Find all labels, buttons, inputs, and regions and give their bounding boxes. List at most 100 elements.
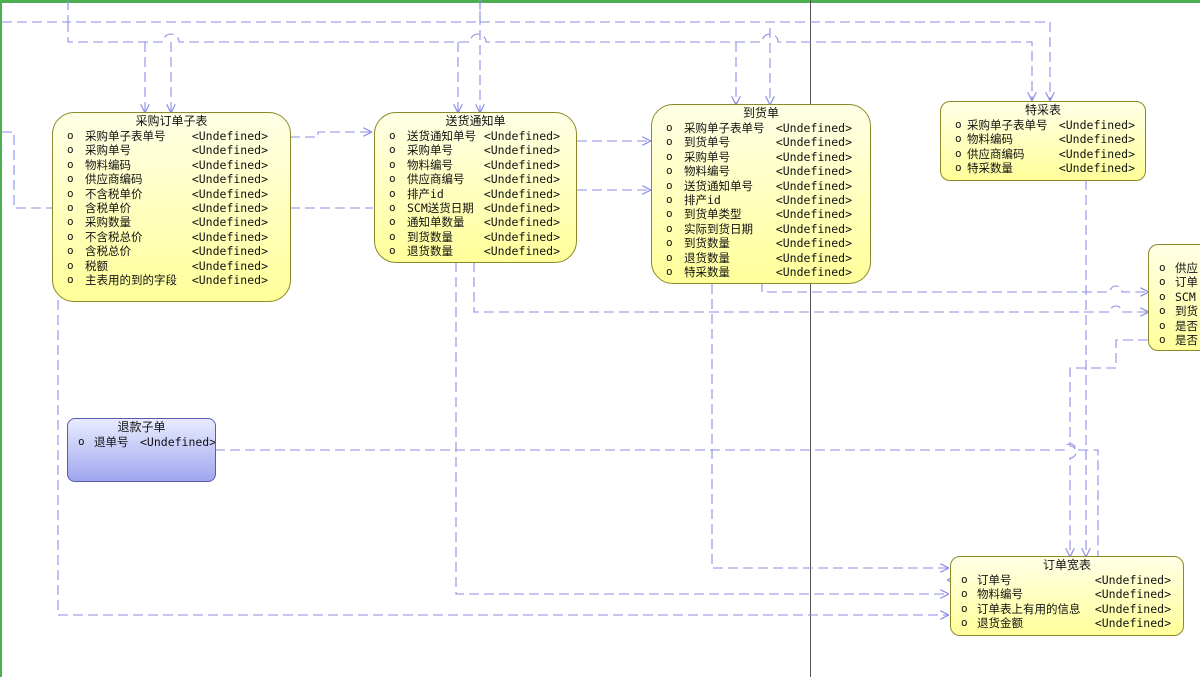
attribute-type: <Undefined> — [483, 143, 560, 158]
attribute-name: 通知单数量 — [407, 215, 465, 230]
attribute-type: <Undefined> — [191, 244, 268, 259]
attribute-row: o 排产id <Undefined> — [666, 192, 852, 207]
entity-arrival-order[interactable]: 到货单 o 采购单子表单号 <Undefined> o 到货单号 <Undefined>… — [651, 104, 871, 284]
entity-title: 特采表 — [1024, 103, 1061, 117]
attribute-row: o 供应 — [1159, 261, 1198, 275]
attribute-row: o 采购单号 <Undefined> — [389, 143, 560, 158]
attribute-name: 到货数量 — [684, 236, 730, 251]
attribute-name: 订单表上有用的信息 — [977, 601, 1081, 616]
attribute-row: o 物料编号 <Undefined> — [666, 164, 852, 179]
attribute-type: <Undefined> — [1094, 601, 1171, 616]
attribute-type: <Undefined> — [191, 129, 268, 143]
attribute-row: o 物料编码 <Undefined> — [955, 132, 1135, 147]
attribute-name: 退货数量 — [407, 244, 453, 259]
attribute-type: <Undefined> — [775, 149, 852, 164]
attribute-row: o 采购单子表单号 <Undefined> — [955, 118, 1135, 132]
attribute-name: 物料编号 — [407, 157, 453, 172]
attribute-type: <Undefined> — [1094, 573, 1171, 587]
attribute-list: o 退单号 <Undefined> — [68, 435, 215, 449]
entity-title: 采购订单子表 — [135, 114, 208, 128]
attribute-type: <Undefined> — [191, 258, 268, 273]
attribute-name: 退货数量 — [684, 250, 730, 265]
attribute-row: o 物料编号 <Undefined> — [389, 157, 560, 172]
entity-delivery-notice[interactable]: 送货通知单 o 送货通知单号 <Undefined> o 采购单号 <Undefined… — [374, 112, 577, 263]
attribute-row: o 退货金额 <Undefined> — [961, 616, 1171, 631]
attribute-row: o 送货通知单号 <Undefined> — [389, 129, 560, 143]
attribute-name: SCM送货日期 — [407, 200, 474, 215]
attribute-name: 含税总价 — [85, 244, 131, 259]
attribute-type: <Undefined> — [483, 215, 560, 230]
attribute-type: <Undefined> — [775, 178, 852, 193]
attribute-list: o 送货通知单号 <Undefined> o 采购单号 <Undefined> o 物料编… — [375, 129, 576, 259]
attribute-type: <Undefined> — [191, 200, 268, 215]
connector-right-to-wide — [1070, 339, 1148, 556]
attribute-row: o 物料编号 <Undefined> — [961, 587, 1171, 602]
attribute-row: o 供应商编码 <Undefined> — [955, 146, 1135, 161]
attribute-type: <Undefined> — [191, 172, 268, 187]
attribute-type: <Undefined> — [775, 121, 852, 135]
attribute-name: 订单 — [1175, 275, 1198, 290]
attribute-row: o 主表用的到的字段 <Undefined> — [67, 272, 268, 287]
entity-special-purchase[interactable]: 特采表 o 采购单子表单号 <Undefined> o 物料编码 <Undefined>… — [940, 101, 1146, 181]
attribute-name: 排产id — [684, 192, 721, 207]
attribute-name: 物料编码 — [967, 132, 1013, 147]
attribute-name: 是否 — [1175, 332, 1198, 347]
attribute-row: o 订单表上有用的信息 <Undefined> — [961, 601, 1171, 616]
attribute-type: <Undefined> — [775, 164, 852, 179]
entity-title: 到货单 — [742, 106, 779, 120]
attribute-type: <Undefined> — [1058, 132, 1135, 147]
attribute-name: 不含税总价 — [85, 229, 143, 244]
attribute-type: <Undefined> — [775, 207, 852, 222]
entity-title: 送货通知单 — [445, 114, 506, 128]
attribute-row: o 退货数量 <Undefined> — [666, 250, 852, 265]
attribute-name: 特采数量 — [684, 264, 730, 279]
attribute-name: 不含税单价 — [85, 186, 143, 201]
attribute-name: 采购单子表单号 — [684, 121, 765, 135]
attribute-row: o 不含税单价 <Undefined> — [67, 186, 268, 201]
entity-partial-right[interactable]: o 供应 o 订单 o SCM o 到货 o 是否 o 是否 — [1148, 244, 1200, 351]
attribute-type: <Undefined> — [775, 192, 852, 207]
entity-refund-sub[interactable]: 退款子单 o 退单号 <Undefined> — [67, 418, 216, 482]
connector-top-8 — [480, 21, 1050, 100]
attribute-type: <Undefined> — [483, 200, 560, 215]
attribute-name: 实际到货日期 — [684, 221, 753, 236]
attribute-name: 采购单号 — [85, 143, 131, 158]
attribute-row: o 采购单子表单号 <Undefined> — [67, 129, 268, 143]
connector-left-1 — [2, 131, 52, 209]
attribute-list: o 订单号 <Undefined> o 物料编号 <Undefined> o 订单表上有用… — [951, 573, 1183, 631]
attribute-row: o 通知单数量 <Undefined> — [389, 215, 560, 230]
attribute-name: 送货通知单号 — [407, 129, 476, 143]
attribute-type: <Undefined> — [1058, 146, 1135, 161]
attribute-type: <Undefined> — [1058, 118, 1135, 132]
attribute-type: <Undefined> — [483, 129, 560, 143]
connector-arrival-to-wide — [711, 284, 948, 568]
attribute-row: o 订单号 <Undefined> — [961, 573, 1171, 587]
attribute-type: <Undefined> — [191, 143, 268, 158]
attribute-name: 到货 — [1175, 304, 1198, 319]
attribute-row: o 特采数量 <Undefined> — [666, 264, 852, 279]
attribute-name: 送货通知单号 — [684, 178, 753, 193]
entity-order-wide[interactable]: 订单宽表 o 订单号 <Undefined> o 物料编号 <Undefined> o订… — [950, 556, 1184, 636]
attribute-name: 采购数量 — [85, 215, 131, 230]
attribute-row: o 不含税总价 <Undefined> — [67, 229, 268, 244]
attribute-row: o 到货 — [1159, 304, 1198, 319]
attribute-name: 供应商编号 — [407, 172, 465, 187]
attribute-type: <Undefined> — [483, 229, 560, 244]
attribute-type: <Undefined> — [191, 186, 268, 201]
attribute-name: 是否 — [1175, 318, 1198, 333]
attribute-type: <Undefined> — [191, 272, 268, 287]
attribute-name: 采购单号 — [684, 149, 730, 164]
attribute-row: o 特采数量 <Undefined> — [955, 161, 1135, 176]
attribute-row: o 排产id <Undefined> — [389, 186, 560, 201]
attribute-name: 物料编号 — [684, 164, 730, 179]
attribute-row: o SCM — [1159, 289, 1196, 304]
attribute-name: 特采数量 — [967, 161, 1013, 176]
attribute-row: o 采购单子表单号 <Undefined> — [666, 121, 852, 135]
connector-po-to-notice — [290, 132, 371, 138]
entity-purchase-order-sub[interactable]: 采购订单子表 o 采购单子表单号 <Undefined> o 采购单号 <Undefin… — [52, 112, 291, 302]
attribute-type: <Undefined> — [483, 186, 560, 201]
attribute-name: SCM — [1175, 289, 1196, 304]
attribute-name: 供应商编码 — [967, 146, 1025, 161]
attribute-row: o 退单号 <Undefined> — [78, 435, 216, 449]
attribute-type: <Undefined> — [483, 244, 560, 259]
